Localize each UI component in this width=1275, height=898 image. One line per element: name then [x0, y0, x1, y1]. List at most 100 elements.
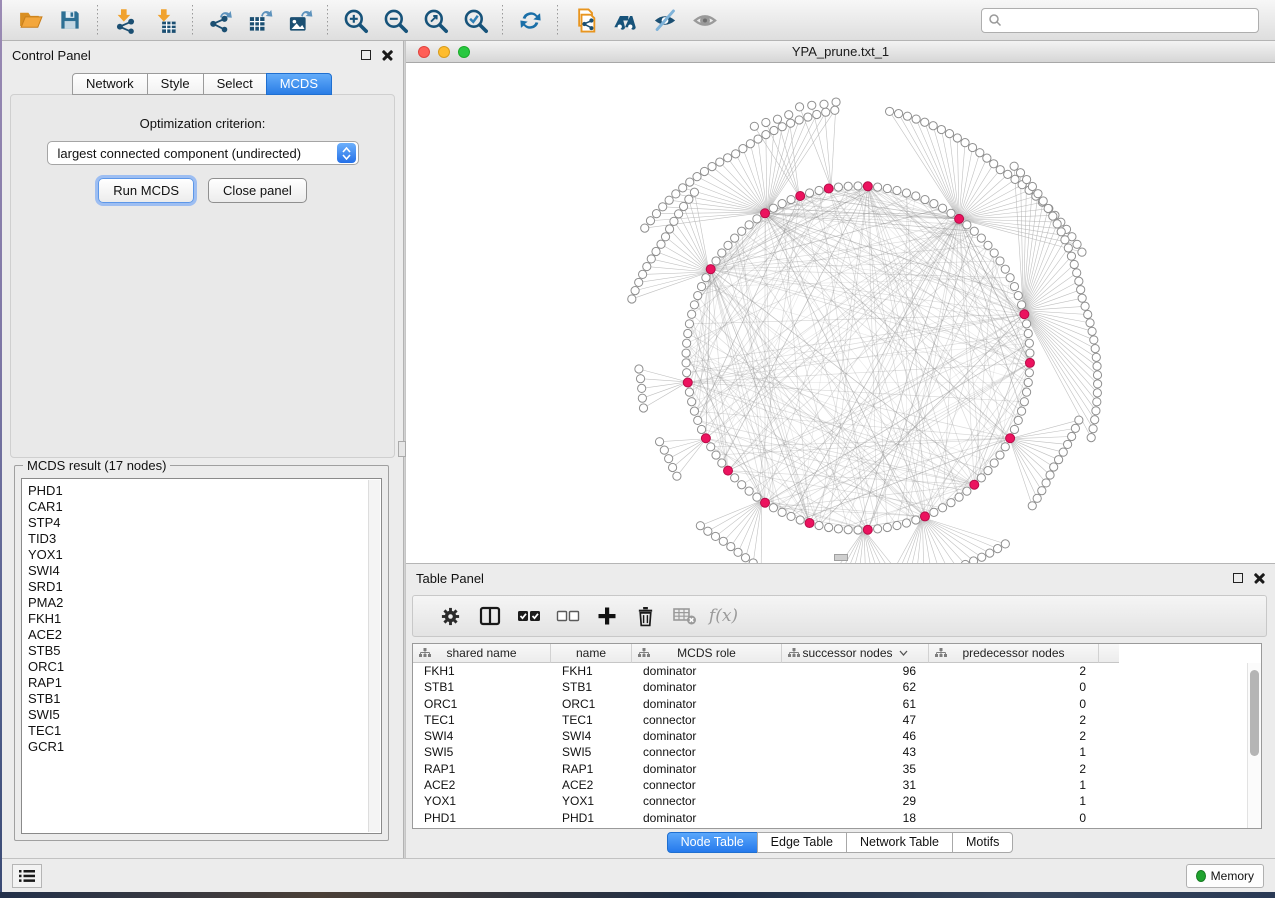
mcds-result-item[interactable]: ACE2 — [28, 627, 381, 643]
open-file-icon[interactable] — [10, 3, 50, 37]
tab-network[interactable]: Network — [72, 73, 148, 95]
mcds-result-item[interactable]: CAR1 — [28, 499, 381, 515]
select-stepper-icon — [337, 143, 356, 163]
network-canvas[interactable] — [406, 63, 1275, 563]
tab-motifs[interactable]: Motifs — [952, 832, 1013, 853]
memory-status-icon — [1196, 870, 1206, 882]
save-session-icon[interactable] — [50, 3, 90, 37]
zoom-out-icon[interactable] — [375, 3, 415, 37]
column-header-mcds-role[interactable]: MCDS role — [632, 644, 782, 663]
close-panel-icon[interactable] — [382, 50, 393, 61]
mcds-result-item[interactable]: TID3 — [28, 531, 381, 547]
export-network-icon[interactable] — [200, 3, 240, 37]
export-image-icon[interactable] — [280, 3, 320, 37]
float-panel-icon[interactable] — [361, 50, 371, 60]
column-header-successor-nodes[interactable]: successor nodes — [782, 644, 929, 663]
table-header-row: shared name name — [413, 644, 1261, 663]
delete-row-icon[interactable] — [626, 599, 665, 633]
export-table-icon[interactable] — [240, 3, 280, 37]
close-table-panel-icon[interactable] — [1254, 573, 1265, 584]
memory-label: Memory — [1211, 869, 1254, 883]
mcds-tab-content: Optimization criterion: largest connecte… — [10, 94, 395, 458]
splitter-handle-icon[interactable] — [398, 441, 406, 457]
mcds-result-item[interactable]: STP4 — [28, 515, 381, 531]
tab-select[interactable]: Select — [203, 73, 267, 95]
tab-style[interactable]: Style — [147, 73, 204, 95]
memory-button[interactable]: Memory — [1186, 864, 1264, 888]
mcds-result-item[interactable]: PHD1 — [28, 483, 381, 499]
import-network-icon[interactable] — [105, 3, 145, 37]
table-row[interactable]: PHD1 PHD1 dominator 18 0 — [413, 810, 1261, 826]
function-builder-icon: f(x) — [704, 599, 743, 633]
result-list-scrollbar[interactable] — [368, 480, 380, 832]
column-header-stub — [1099, 644, 1119, 663]
table-row[interactable]: TEC1 TEC1 connector 47 2 — [413, 712, 1261, 728]
hide-selected-icon[interactable] — [645, 3, 685, 37]
mcds-result-item[interactable]: YOX1 — [28, 547, 381, 563]
toolbar-separator — [502, 5, 503, 35]
mcds-result-item[interactable]: SWI5 — [28, 707, 381, 723]
zoom-fit-icon[interactable] — [415, 3, 455, 37]
table-toolbar: f(x) — [412, 595, 1267, 637]
float-table-panel-icon[interactable] — [1233, 573, 1243, 583]
mcds-result-item[interactable]: TEC1 — [28, 723, 381, 739]
table-row[interactable]: STB1 STB1 dominator 62 0 — [413, 679, 1261, 695]
column-header-shared-name[interactable]: shared name — [413, 644, 551, 663]
table-row[interactable]: ORC1 ORC1 dominator 61 0 — [413, 696, 1261, 712]
zoom-in-icon[interactable] — [335, 3, 375, 37]
table-row[interactable]: ACE2 ACE2 connector 31 1 — [413, 777, 1261, 793]
mcds-result-group: MCDS result (17 nodes) PHD1CAR1STP4TID3Y… — [14, 465, 389, 841]
task-history-button[interactable] — [12, 864, 42, 888]
show-all-icon[interactable] — [685, 3, 725, 37]
clone-network-icon[interactable] — [565, 3, 605, 37]
deselect-all-icon[interactable] — [548, 599, 587, 633]
tab-network-table[interactable]: Network Table — [846, 832, 953, 853]
column-header-name[interactable]: name — [551, 644, 632, 663]
node-table[interactable]: shared name name — [412, 643, 1262, 829]
mcds-result-item[interactable]: STB1 — [28, 691, 381, 707]
table-panel-title: Table Panel — [416, 571, 484, 586]
mcds-result-item[interactable]: ORC1 — [28, 659, 381, 675]
optimization-criterion-select[interactable]: largest connected component (undirected) — [47, 141, 359, 165]
import-table-icon[interactable] — [145, 3, 185, 37]
first-neighbors-icon[interactable] — [605, 3, 645, 37]
mcds-result-item[interactable]: STB5 — [28, 643, 381, 659]
settings-gear-icon[interactable] — [431, 599, 470, 633]
close-panel-button[interactable]: Close panel — [208, 178, 307, 203]
mcds-result-item[interactable]: RAP1 — [28, 675, 381, 691]
table-row[interactable]: SWI4 SWI4 dominator 46 2 — [413, 728, 1261, 744]
mcds-result-item[interactable]: FKH1 — [28, 611, 381, 627]
list-icon — [18, 869, 36, 883]
search-input[interactable] — [1007, 13, 1252, 27]
mcds-result-item[interactable]: SRD1 — [28, 579, 381, 595]
scrollbar-thumb[interactable] — [1250, 670, 1259, 756]
delete-table-icon — [665, 599, 704, 633]
network-view-window: YPA_prune.txt_1 — [406, 41, 1275, 563]
table-scrollbar[interactable] — [1247, 663, 1261, 828]
zoom-selected-icon[interactable] — [455, 3, 495, 37]
search-box[interactable] — [981, 8, 1259, 33]
mcds-result-list[interactable]: PHD1CAR1STP4TID3YOX1SWI4SRD1PMA2FKH1ACE2… — [21, 478, 382, 834]
main-toolbar — [2, 0, 1275, 41]
mcds-result-item[interactable]: PMA2 — [28, 595, 381, 611]
tab-node-table[interactable]: Node Table — [667, 832, 758, 853]
show-hide-columns-icon[interactable] — [470, 599, 509, 633]
tab-edge-table[interactable]: Edge Table — [757, 832, 847, 853]
mcds-result-item[interactable]: GCR1 — [28, 739, 381, 755]
run-mcds-button[interactable]: Run MCDS — [98, 178, 194, 203]
refresh-icon[interactable] — [510, 3, 550, 37]
mcds-result-item[interactable]: SWI4 — [28, 563, 381, 579]
network-window-titlebar[interactable]: YPA_prune.txt_1 — [406, 41, 1275, 63]
split-pane-handle-icon[interactable] — [834, 554, 848, 561]
network-graph[interactable] — [406, 63, 1273, 563]
add-row-icon[interactable] — [587, 599, 626, 633]
table-row[interactable]: FKH1 FKH1 dominator 96 2 — [413, 663, 1261, 679]
table-row[interactable]: YOX1 YOX1 connector 29 1 — [413, 793, 1261, 809]
table-row[interactable]: RAP1 RAP1 dominator 35 2 — [413, 761, 1261, 777]
tab-mcds[interactable]: MCDS — [266, 73, 332, 95]
table-row[interactable]: SWI5 SWI5 connector 43 1 — [413, 744, 1261, 760]
column-header-predecessor-nodes[interactable]: predecessor nodes — [929, 644, 1099, 663]
select-all-icon[interactable] — [509, 599, 548, 633]
table-panel: Table Panel — [406, 563, 1275, 858]
sort-desc-icon — [899, 650, 908, 656]
